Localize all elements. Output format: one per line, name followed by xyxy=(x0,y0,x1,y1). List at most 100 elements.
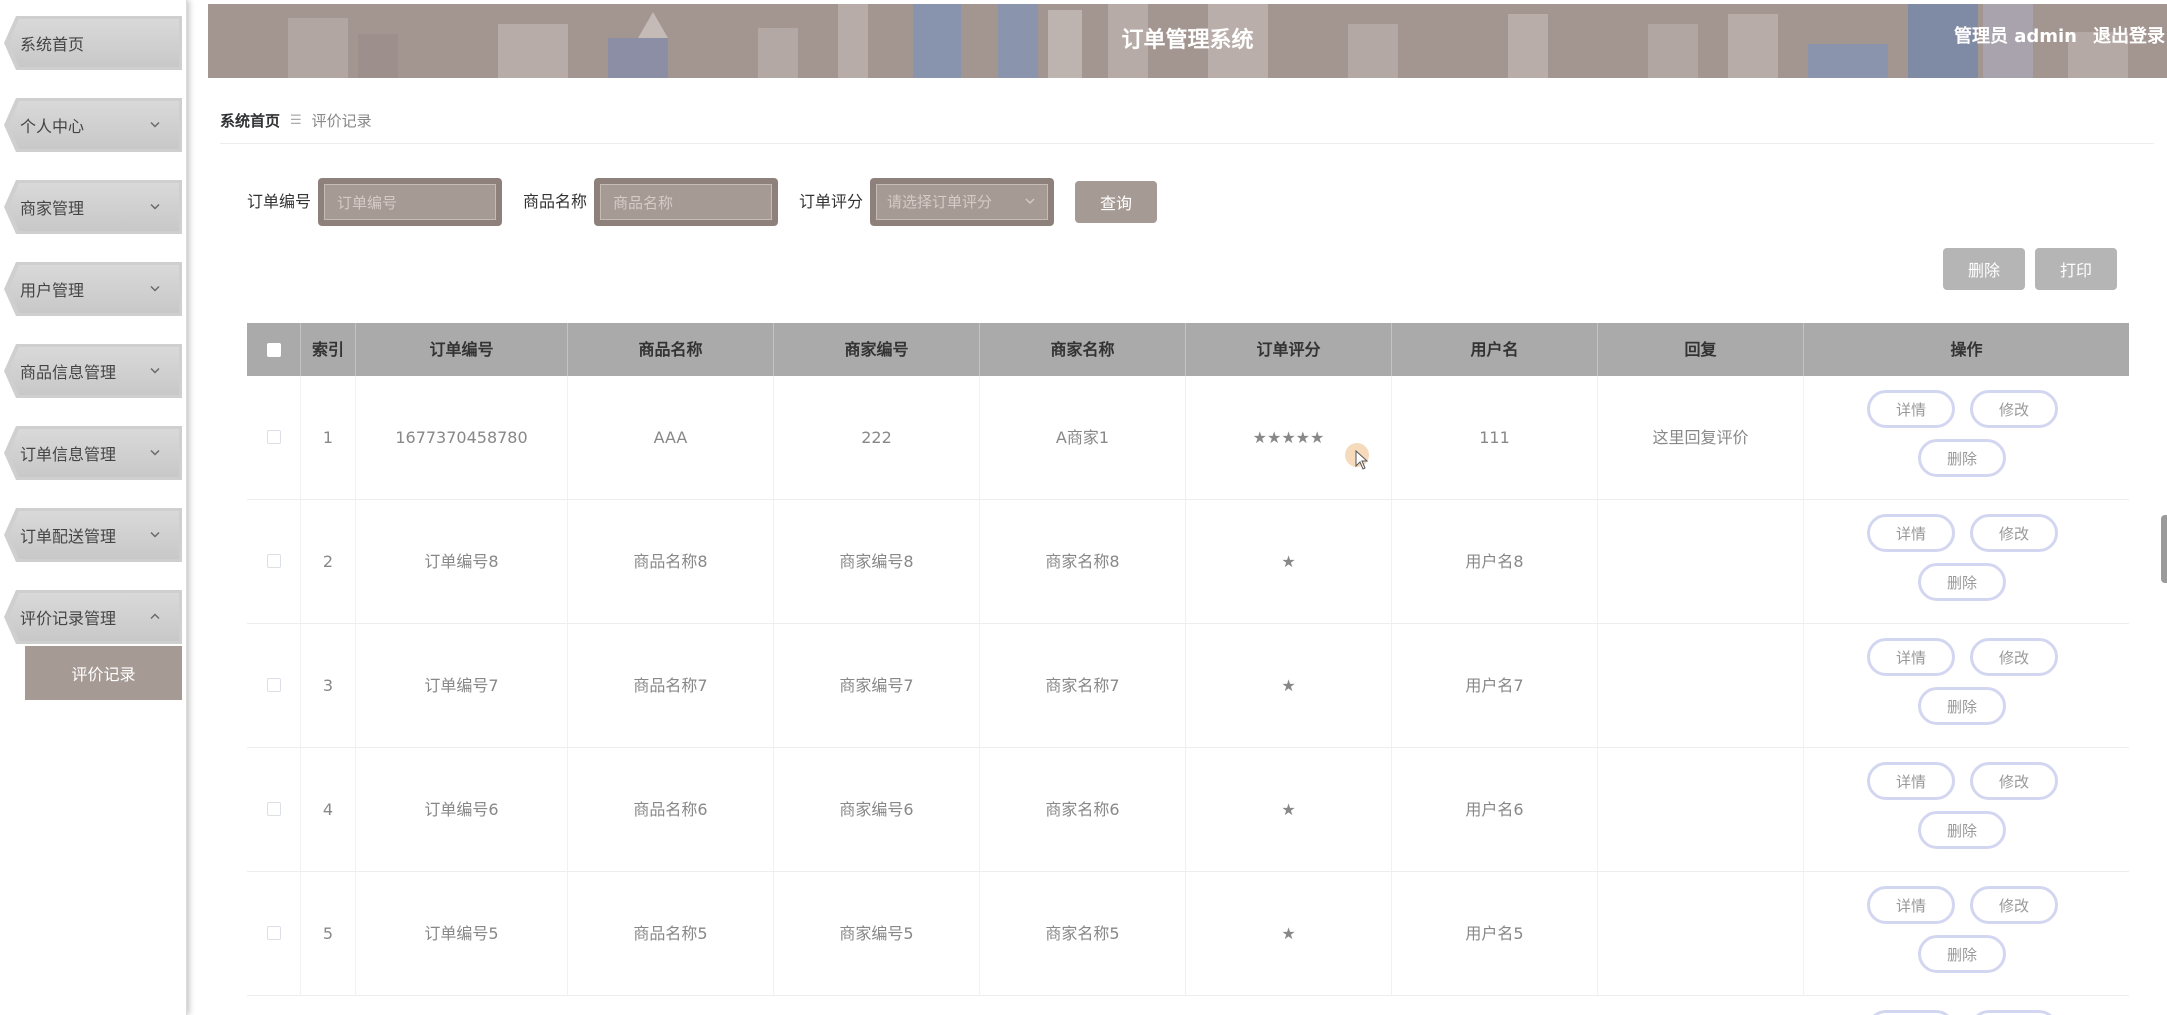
cell-username: 用户名5 xyxy=(1392,872,1598,995)
chevron-down-icon xyxy=(150,286,160,292)
rating-select-placeholder: 请选择订单评分 xyxy=(887,193,993,211)
order-no-input[interactable] xyxy=(335,185,489,221)
cell-reply xyxy=(1598,500,1804,623)
cell-index: 5 xyxy=(301,872,356,995)
cell-product: 商品名称8 xyxy=(568,500,774,623)
cell-username: 111 xyxy=(1392,376,1598,499)
row-select-cell xyxy=(247,624,301,747)
edit-button[interactable]: 修改 xyxy=(1970,1010,2058,1015)
column-header: 订单评分 xyxy=(1186,323,1392,376)
cell-rating: ★ xyxy=(1186,872,1392,995)
column-header: 商品名称 xyxy=(568,323,774,376)
submenu-item-review-records[interactable]: 评价记录 xyxy=(25,646,182,700)
sidebar-item-merchant-management[interactable]: 商家管理 xyxy=(4,180,182,234)
detail-button[interactable]: 详情 xyxy=(1867,762,1955,800)
rating-select[interactable]: 请选择订单评分 xyxy=(870,178,1054,226)
row-delete-button[interactable]: 删除 xyxy=(1918,687,2006,725)
app-header: 订单管理系统 管理员 admin 退出登录 xyxy=(208,4,2167,78)
row-delete-button[interactable]: 删除 xyxy=(1918,439,2006,477)
detail-button[interactable]: 详情 xyxy=(1867,390,1955,428)
cell-merchant-no: 商家编号5 xyxy=(774,872,980,995)
sidebar-item-review-management[interactable]: 评价记录管理 xyxy=(4,590,182,644)
row-select-cell xyxy=(247,376,301,499)
cell-merchant-name: 商家名称5 xyxy=(980,872,1186,995)
row-delete-button[interactable]: 删除 xyxy=(1918,563,2006,601)
chevron-down-icon xyxy=(1025,198,1035,204)
cell-operations: 详情 修改 xyxy=(1804,996,2129,1015)
cell-merchant-no: 商家编号8 xyxy=(774,500,980,623)
cell-merchant-name: A商家1 xyxy=(980,376,1186,499)
sidebar-item-home[interactable]: 系统首页 xyxy=(4,16,182,70)
column-header: 用户名 xyxy=(1392,323,1598,376)
row-delete-button[interactable]: 删除 xyxy=(1918,935,2006,973)
detail-button[interactable]: 详情 xyxy=(1867,1010,1955,1015)
sidebar-item-product-management[interactable]: 商品信息管理 xyxy=(4,344,182,398)
row-checkbox[interactable] xyxy=(267,678,281,692)
row-delete-button[interactable]: 删除 xyxy=(1918,811,2006,849)
edit-button[interactable]: 修改 xyxy=(1970,886,2058,924)
cell-product: 商品名称7 xyxy=(568,624,774,747)
logout-link[interactable]: 退出登录 xyxy=(2093,22,2165,48)
detail-button[interactable]: 详情 xyxy=(1867,514,1955,552)
sidebar-item-delivery-management[interactable]: 订单配送管理 xyxy=(4,508,182,562)
cell-order-no: 订单编号8 xyxy=(356,500,568,623)
user-label: 管理员 admin xyxy=(1953,26,2077,47)
sidebar-item-label: 订单配送管理 xyxy=(20,527,117,546)
scrollbar-handle[interactable] xyxy=(2161,515,2167,583)
sidebar: 系统首页 个人中心 商家管理 用户管理 商品信息管理 订单信息管理 订单配送管理… xyxy=(0,0,187,1015)
table-row: 3 订单编号7 商品名称7 商家编号7 商家名称7 ★ 用户名7 详情 修改 删… xyxy=(247,624,2129,748)
table-row: 1 1677370458780 AAA 222 A商家1 ★★★★★ 111 这… xyxy=(247,376,2129,500)
cell-product: 商品名称5 xyxy=(568,872,774,995)
cell-index: 3 xyxy=(301,624,356,747)
cell-merchant-no: 222 xyxy=(774,376,980,499)
cell-merchant-name: 商家名称8 xyxy=(980,500,1186,623)
cell-reply xyxy=(1598,748,1804,871)
column-header: 商家名称 xyxy=(980,323,1186,376)
sidebar-item-user-management[interactable]: 用户管理 xyxy=(4,262,182,316)
row-checkbox[interactable] xyxy=(267,926,281,940)
order-no-box xyxy=(318,178,502,226)
edit-button[interactable]: 修改 xyxy=(1970,762,2058,800)
cell-operations: 详情 修改 删除 xyxy=(1804,376,2129,499)
select-all-checkbox[interactable] xyxy=(267,343,281,357)
cell-rating: ★ xyxy=(1186,624,1392,747)
row-checkbox[interactable] xyxy=(267,430,281,444)
cell-username: 用户名8 xyxy=(1392,500,1598,623)
detail-button[interactable]: 详情 xyxy=(1867,886,1955,924)
print-button[interactable]: 打印 xyxy=(2035,248,2117,290)
edit-button[interactable]: 修改 xyxy=(1970,638,2058,676)
cell-index: 2 xyxy=(301,500,356,623)
column-header: 操作 xyxy=(1950,340,1983,359)
cell-merchant-name: 商家名称6 xyxy=(980,748,1186,871)
select-all-cell xyxy=(247,323,301,376)
edit-button[interactable]: 修改 xyxy=(1970,390,2058,428)
sidebar-item-order-management[interactable]: 订单信息管理 xyxy=(4,426,182,480)
column-header: 索引 xyxy=(301,323,356,376)
column-header: 商家编号 xyxy=(774,323,980,376)
delete-button[interactable]: 删除 xyxy=(1943,248,2025,290)
row-checkbox[interactable] xyxy=(267,554,281,568)
cell-operations: 详情 修改 删除 xyxy=(1804,872,2129,995)
cell-order-no: 订单编号7 xyxy=(356,624,568,747)
cell-index: 1 xyxy=(301,376,356,499)
edit-button[interactable]: 修改 xyxy=(1970,514,2058,552)
row-select-cell xyxy=(247,872,301,995)
column-header: 回复 xyxy=(1598,323,1804,376)
query-button[interactable]: 查询 xyxy=(1075,181,1157,223)
cell-order-no: 订单编号6 xyxy=(356,748,568,871)
cell-operations: 详情 修改 删除 xyxy=(1804,748,2129,871)
breadcrumb-current: 评价记录 xyxy=(311,112,372,130)
product-input[interactable] xyxy=(611,185,765,221)
row-checkbox[interactable] xyxy=(267,802,281,816)
cell-rating: ★★★★★ xyxy=(1186,376,1392,499)
product-label: 商品名称 xyxy=(523,192,588,211)
sidebar-item-label: 用户管理 xyxy=(20,281,85,300)
sidebar-item-label: 评价记录管理 xyxy=(20,609,117,628)
sidebar-item-label: 订单信息管理 xyxy=(20,445,117,464)
table-header: 索引 订单编号 商品名称 商家编号 商家名称 订单评分 用户名 回复 操作 xyxy=(247,323,2129,376)
breadcrumb-home[interactable]: 系统首页 xyxy=(220,110,280,131)
chevron-down-icon xyxy=(150,450,160,456)
detail-button[interactable]: 详情 xyxy=(1867,638,1955,676)
sidebar-item-personal-center[interactable]: 个人中心 xyxy=(4,98,182,152)
chevron-down-icon xyxy=(150,122,160,128)
